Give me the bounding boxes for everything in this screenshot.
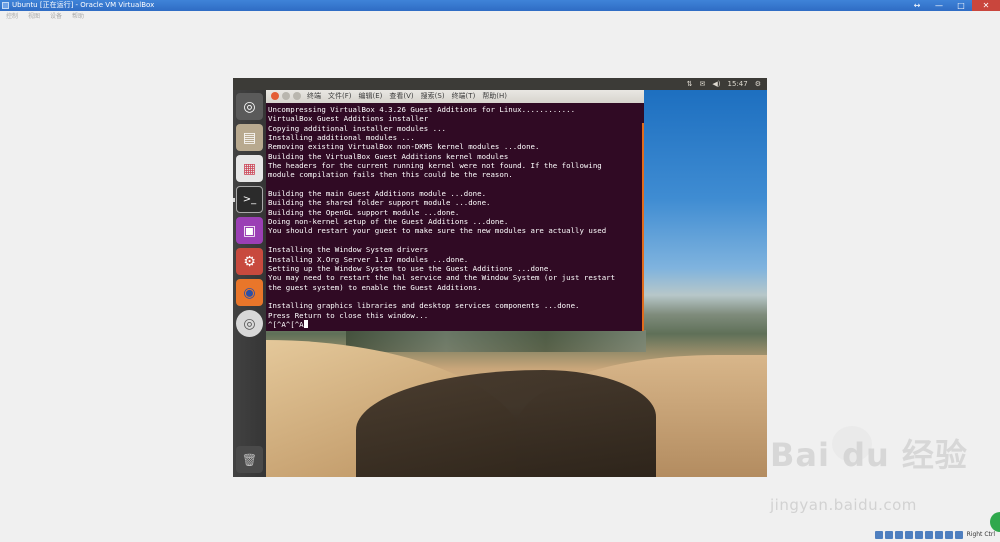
- display-icon[interactable]: [924, 531, 933, 539]
- terminal-line: Building the shared folder support modul…: [268, 198, 491, 208]
- terminal-line: Installing X.Org Server 1.17 modules ...…: [268, 254, 469, 264]
- watermark-url: jingyan.baidu.com: [770, 496, 917, 514]
- unity-launcher: ◎ ▤ ▦ >_ ▣ ⚙ ◉ ◎ 🗑: [233, 90, 266, 477]
- network-adapter-icon[interactable]: [904, 531, 913, 539]
- trash-icon[interactable]: 🗑: [236, 446, 263, 473]
- terminal-line: Installing additional modules ...: [268, 133, 415, 143]
- terminal-maximize-icon[interactable]: [293, 92, 301, 100]
- keyboard-capture-icon[interactable]: [954, 531, 963, 539]
- terminal-line: Copying additional installer modules ...: [268, 123, 446, 133]
- terminal-menu-edit[interactable]: 编辑(E): [359, 90, 383, 103]
- terminal-line: Removing existing VirtualBox non-DKMS ke…: [268, 142, 540, 152]
- terminal-menu-terminal[interactable]: 终端(T): [452, 90, 476, 103]
- terminal-line: Building the main Guest Additions module…: [268, 189, 487, 199]
- volume-icon[interactable]: ◀): [712, 78, 720, 90]
- menu-devices[interactable]: 设备: [50, 11, 62, 22]
- optical-drive-icon[interactable]: [884, 531, 893, 539]
- terminal-menu-file[interactable]: 文件(F): [328, 90, 352, 103]
- guest-screen[interactable]: ⇅ ✉ ◀) 15:47 ⚙ ◎ ▤ ▦ >_ ▣ ⚙ ◉ ◎ 🗑 终端 文件(…: [233, 78, 767, 477]
- host-status-bar: Right Ctrl: [874, 530, 995, 540]
- green-badge-icon[interactable]: [990, 512, 1000, 532]
- terminal-line: Building the OpenGL support module ...do…: [268, 207, 460, 217]
- terminal-line: Installing the Window System drivers: [268, 245, 429, 255]
- dash-home-icon[interactable]: ◎: [236, 93, 263, 120]
- terminal-minimize-icon[interactable]: [282, 92, 290, 100]
- terminal-close-icon[interactable]: [271, 92, 279, 100]
- video-capture-icon[interactable]: [934, 531, 943, 539]
- host-key-label: Right Ctrl: [966, 531, 995, 538]
- maximize-button[interactable]: □: [950, 0, 972, 11]
- libreoffice-writer-icon[interactable]: ▦: [236, 155, 263, 182]
- terminal-output[interactable]: Uncompressing VirtualBox 4.3.26 Guest Ad…: [268, 105, 638, 329]
- virtualbox-app-icon: [2, 2, 9, 9]
- terminal-line: The headers for the current running kern…: [268, 161, 602, 171]
- terminal-window[interactable]: 终端 文件(F) 编辑(E) 查看(V) 搜索(S) 终端(T) 帮助(H) U…: [266, 90, 644, 331]
- host-title-bar: Ubuntu [正在运行] - Oracle VM VirtualBox ↔ —…: [0, 0, 1000, 11]
- baidu-watermark: Bai du 经验 jingyan.baidu.com: [770, 426, 1000, 520]
- terminal-line: VirtualBox Guest Additions installer: [268, 114, 429, 124]
- files-icon[interactable]: ▤: [236, 124, 263, 151]
- terminal-prompt-line[interactable]: ^[^A^[^A: [268, 319, 638, 329]
- host-menu-bar: 控制 视图 设备 帮助: [0, 11, 1000, 22]
- host-window-controls: ↔ — □ ✕: [906, 0, 1000, 11]
- terminal-line: You should restart your guest to make su…: [268, 226, 607, 236]
- ubuntu-top-panel: ⇅ ✉ ◀) 15:47 ⚙: [233, 78, 767, 90]
- terminal-line: the guest system) to enable the Guest Ad…: [268, 282, 482, 292]
- terminal-line: Building the VirtualBox Guest Additions …: [268, 151, 509, 161]
- system-gear-icon[interactable]: ⚙: [755, 78, 761, 90]
- terminal-scrollbar[interactable]: [641, 103, 644, 331]
- terminal-menu-search[interactable]: 搜索(S): [421, 90, 445, 103]
- image-viewer-icon[interactable]: ▣: [236, 217, 263, 244]
- close-button[interactable]: ✕: [972, 0, 1000, 11]
- terminal-prompt: ^[^A^[^A: [268, 319, 304, 329]
- terminal-icon[interactable]: >_: [236, 186, 263, 213]
- terminal-line: module compilation fails then this could…: [268, 170, 513, 180]
- clock[interactable]: 15:47: [728, 78, 748, 90]
- minimize-button[interactable]: —: [928, 0, 950, 11]
- network-icon[interactable]: ⇅: [687, 78, 693, 90]
- terminal-line: Uncompressing VirtualBox 4.3.26 Guest Ad…: [268, 105, 576, 114]
- active-app-indicator: [233, 198, 235, 202]
- menu-control[interactable]: 控制: [6, 11, 18, 22]
- text-cursor: [303, 319, 308, 328]
- terminal-title-bar: 终端 文件(F) 编辑(E) 查看(V) 搜索(S) 终端(T) 帮助(H): [266, 90, 644, 103]
- system-settings-icon[interactable]: ⚙: [236, 248, 263, 275]
- wallpaper-town: [346, 330, 646, 352]
- dvd-disc-icon[interactable]: ◎: [236, 310, 263, 337]
- terminal-menu-view[interactable]: 查看(V): [389, 90, 413, 103]
- terminal-menu-help[interactable]: 帮助(H): [482, 90, 507, 103]
- menu-view[interactable]: 视图: [28, 11, 40, 22]
- firefox-icon[interactable]: ◉: [236, 279, 263, 306]
- terminal-app-name: 终端: [307, 92, 321, 100]
- terminal-line: Doing non-kernel setup of the Guest Addi…: [268, 217, 509, 227]
- terminal-scrollbar-thumb[interactable]: [642, 123, 644, 331]
- terminal-line: Installing graphics libraries and deskto…: [268, 301, 580, 311]
- hard-disk-icon[interactable]: [874, 531, 883, 539]
- terminal-line: Press Return to close this window...: [268, 310, 429, 320]
- terminal-line: You may need to restart the hal service …: [268, 273, 616, 283]
- terminal-menu-bar: 终端 文件(F) 编辑(E) 查看(V) 搜索(S) 终端(T) 帮助(H): [307, 90, 507, 103]
- shared-folders-icon[interactable]: [914, 531, 923, 539]
- restore-arrows-icon[interactable]: ↔: [906, 0, 928, 11]
- mouse-integration-icon[interactable]: [944, 531, 953, 539]
- watermark-logo: Bai du 经验: [770, 436, 968, 474]
- system-tray: ⇅ ✉ ◀) 15:47 ⚙: [687, 78, 761, 90]
- terminal-line: Setting up the Window System to use the …: [268, 263, 553, 273]
- mail-icon[interactable]: ✉: [700, 78, 706, 90]
- menu-help[interactable]: 帮助: [72, 11, 84, 22]
- host-window-title: Ubuntu [正在运行] - Oracle VM VirtualBox: [12, 1, 155, 9]
- usb-icon[interactable]: [894, 531, 903, 539]
